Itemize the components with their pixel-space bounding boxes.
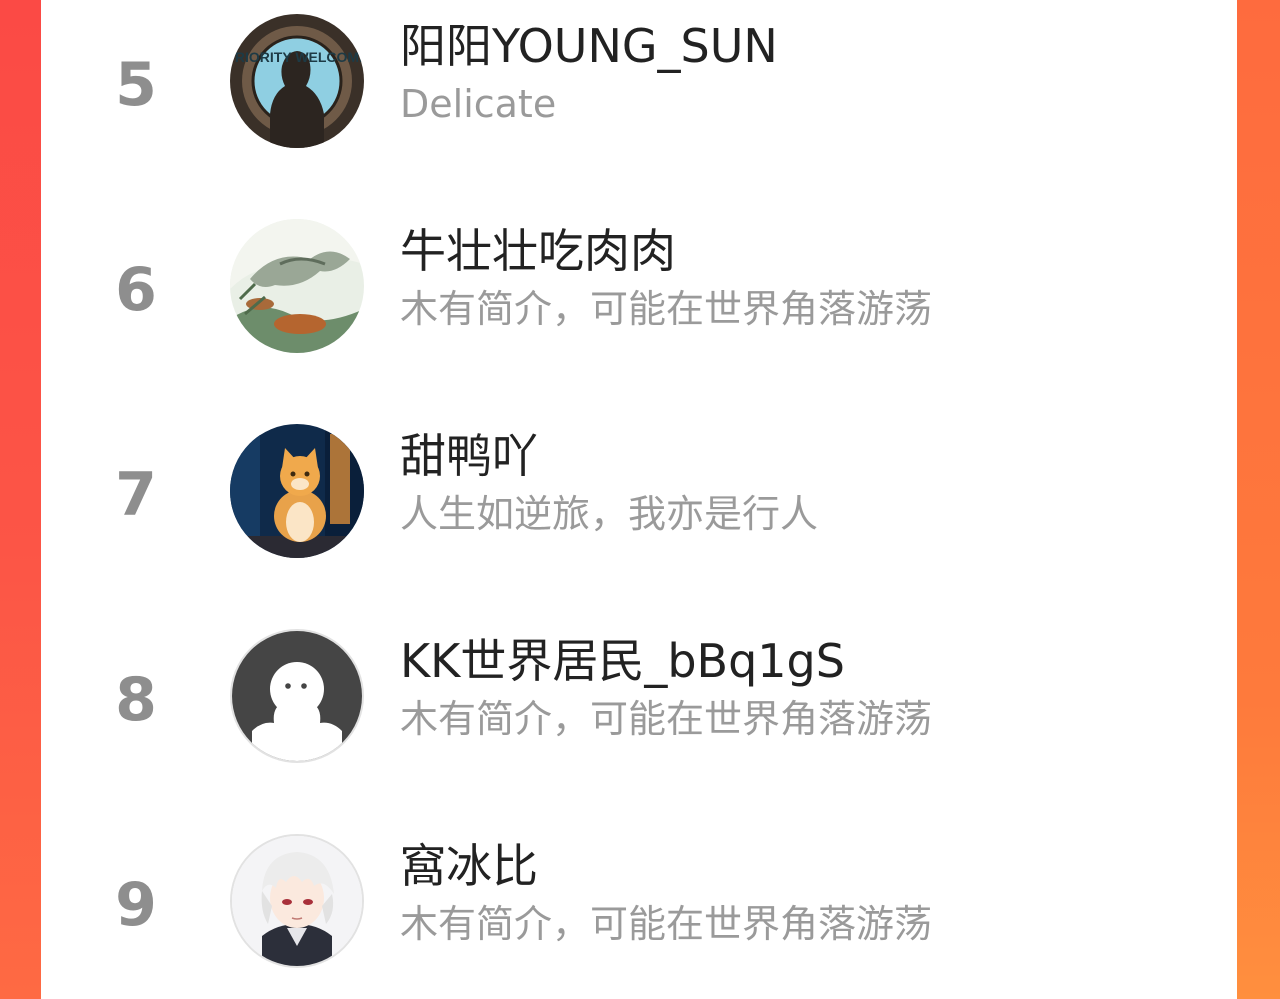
user-avatar[interactable]: PRIORITY WELCOME bbox=[230, 14, 364, 148]
ranking-row[interactable]: 5 PRIORITY WELCOME 阳阳YOUNG_SUN Delicate bbox=[41, 0, 1237, 150]
default-user-avatar-icon bbox=[232, 631, 362, 761]
user-bio: 木有简介，可能在世界角落游荡 bbox=[400, 697, 933, 741]
svg-text:PRIORITY WELCOME: PRIORITY WELCOME bbox=[230, 49, 364, 65]
anime-character-avatar-icon bbox=[232, 836, 362, 966]
ranking-list: 5 PRIORITY WELCOME 阳阳YOUNG_SUN Delicate … bbox=[41, 0, 1237, 999]
user-name[interactable]: KK世界居民_bBq1gS bbox=[400, 633, 845, 689]
ranking-row[interactable]: 6 牛壮壮吃肉肉 木有简介，可能在世界角落游荡 bbox=[41, 205, 1237, 355]
user-bio: 人生如逆旅，我亦是行人 bbox=[400, 492, 819, 536]
user-avatar[interactable] bbox=[230, 629, 364, 763]
right-gradient-edge bbox=[1237, 0, 1280, 999]
rank-number: 8 bbox=[115, 665, 157, 735]
user-name[interactable]: 阳阳YOUNG_SUN bbox=[400, 18, 778, 74]
rank-number: 7 bbox=[115, 460, 157, 530]
user-avatar[interactable] bbox=[230, 834, 364, 968]
user-bio: Delicate bbox=[400, 82, 557, 126]
rank-number: 5 bbox=[115, 50, 157, 120]
ranking-row[interactable]: 8 KK世界居民_bBq1gS 木有简介，可能在世界角落游荡 bbox=[41, 615, 1237, 765]
ink-painting-avatar-icon bbox=[230, 219, 364, 353]
user-avatar[interactable] bbox=[230, 424, 364, 558]
silhouette-photo-avatar-icon: PRIORITY WELCOME bbox=[230, 14, 364, 148]
ranking-row[interactable]: 7 甜鸭吖 人生如逆旅，我亦是行人 bbox=[41, 410, 1237, 560]
rank-number: 6 bbox=[115, 255, 157, 325]
rank-number: 9 bbox=[115, 870, 157, 940]
user-name[interactable]: 窩冰比 bbox=[400, 838, 538, 894]
user-avatar[interactable] bbox=[230, 219, 364, 353]
user-name[interactable]: 甜鸭吖 bbox=[400, 428, 538, 484]
user-bio: 木有简介，可能在世界角落游荡 bbox=[400, 902, 933, 946]
user-bio: 木有简介，可能在世界角落游荡 bbox=[400, 287, 933, 331]
left-gradient-edge bbox=[0, 0, 41, 999]
user-name[interactable]: 牛壮壮吃肉肉 bbox=[400, 223, 676, 279]
orange-cat-avatar-icon bbox=[230, 424, 364, 558]
ranking-row[interactable]: 9 窩冰比 木有简介，可能在世界角落游荡 bbox=[41, 820, 1237, 970]
